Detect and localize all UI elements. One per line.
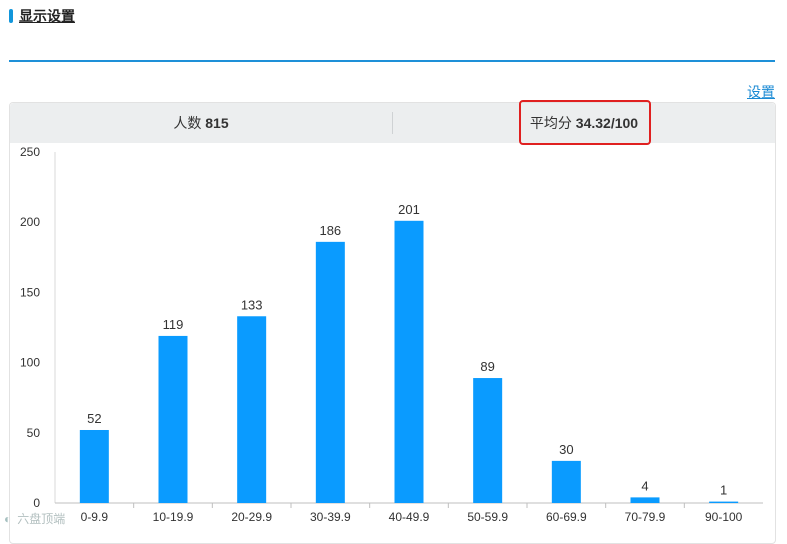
x-tick-label: 30-39.9 <box>310 510 351 524</box>
y-tick-label: 100 <box>20 356 40 370</box>
y-tick-label: 250 <box>20 145 40 159</box>
x-tick-label: 10-19.9 <box>153 510 194 524</box>
bar <box>551 460 581 503</box>
bar-value-label: 30 <box>559 442 573 457</box>
bar-value-label: 1 <box>720 483 727 498</box>
y-tick-label: 0 <box>33 496 40 510</box>
watermark-text: 六盘顶端 <box>17 512 66 526</box>
y-tick-label: 50 <box>27 426 41 440</box>
bar-value-label: 4 <box>641 478 648 493</box>
x-tick-label: 60-69.9 <box>546 510 587 524</box>
bar <box>79 429 109 503</box>
x-tick-label: 40-49.9 <box>389 510 430 524</box>
x-tick-label: 0-9.9 <box>81 510 109 524</box>
bar <box>473 378 503 503</box>
bar-value-label: 133 <box>241 297 263 312</box>
bar-value-label: 186 <box>319 223 341 238</box>
y-tick-label: 200 <box>20 215 40 229</box>
average-highlight-box <box>519 100 651 145</box>
bar-value-label: 201 <box>398 202 420 217</box>
bar <box>709 501 739 503</box>
score-distribution-chart: 0 50 100 150 200 250 52 0-9.9 119 10-19.9 133 20-29… <box>20 145 763 524</box>
bar-value-label: 119 <box>163 317 184 332</box>
watermark-logo: ◐ <box>4 511 12 526</box>
bar-value-label: 89 <box>480 359 494 374</box>
bar <box>630 497 660 503</box>
watermark: ◐ 六盘顶端 <box>4 510 65 527</box>
x-tick-label: 50-59.9 <box>467 510 508 524</box>
x-tick-label: 90-100 <box>705 510 743 524</box>
bar <box>158 335 188 503</box>
y-tick-label: 150 <box>20 285 40 299</box>
x-tick-label: 70-79.9 <box>625 510 666 524</box>
bar-value-label: 52 <box>87 411 101 426</box>
bar <box>394 220 424 503</box>
bar <box>315 241 345 503</box>
bar <box>237 316 267 503</box>
x-tick-label: 20-29.9 <box>231 510 272 524</box>
